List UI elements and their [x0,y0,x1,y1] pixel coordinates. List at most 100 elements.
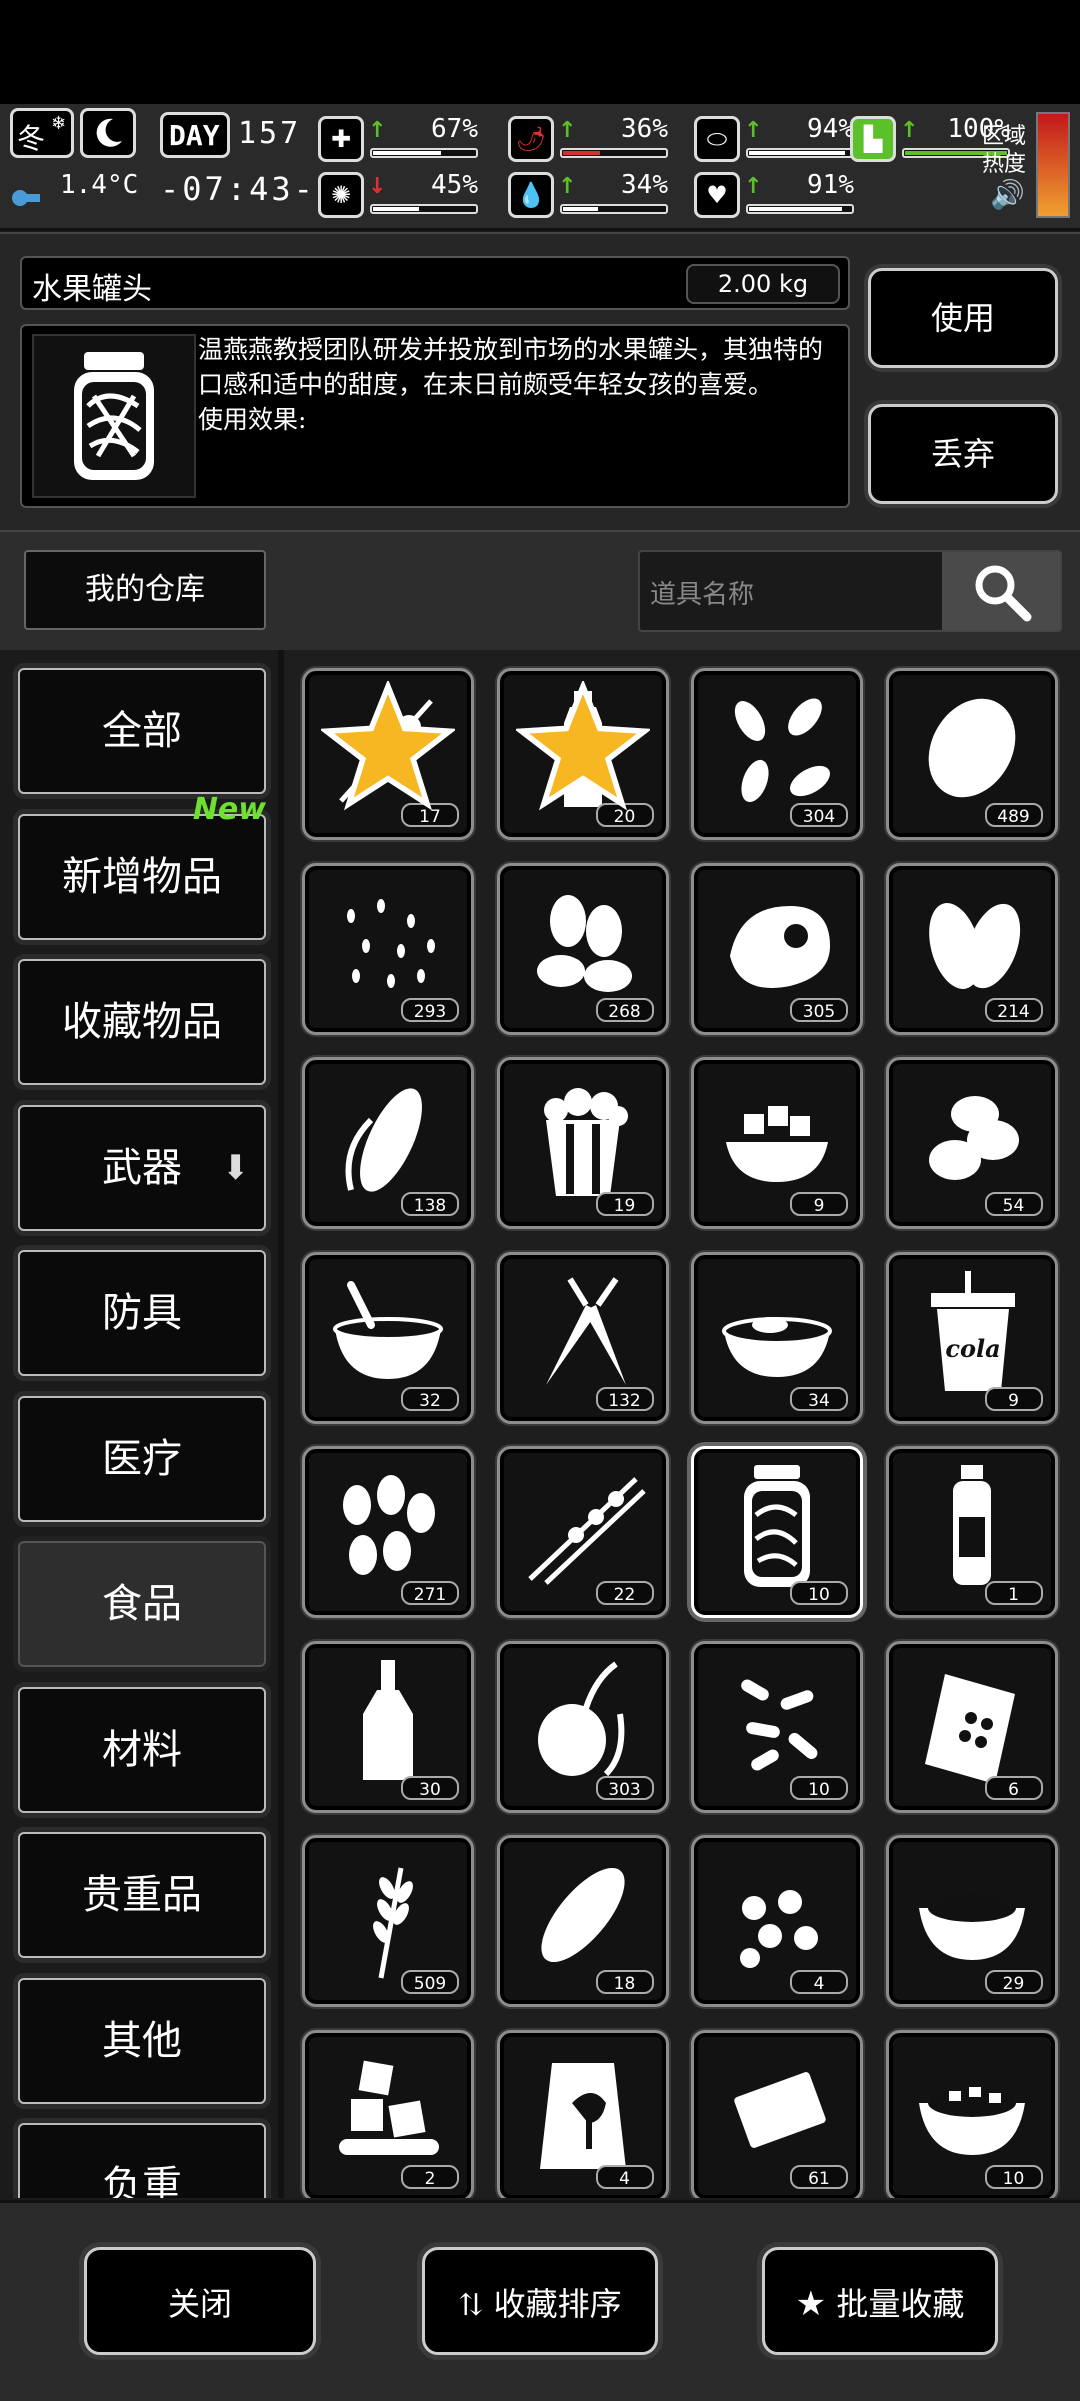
inventory-slot[interactable]: 268 [496,862,669,1035]
inventory-slot[interactable]: 54 [885,1057,1058,1229]
stat-trend-arrow: ↑ [558,174,577,199]
brain-icon: ✺ [318,172,364,218]
inventory-slot[interactable]: 9 [691,1057,863,1229]
item-count: 32 [401,1386,459,1411]
inventory-slot[interactable]: 1 [885,1446,1058,1618]
category-2[interactable]: 收藏物品 [18,959,266,1085]
inventory-slot[interactable]: 271 [302,1446,474,1618]
water-drop-icon: 💧 [508,172,554,218]
inventory-slot[interactable]: 22 [496,1446,669,1618]
speaker-icon[interactable]: 🔊 [990,178,1025,211]
wheat-icon [373,1867,413,1979]
inventory-slot[interactable]: 138 [302,1057,474,1229]
category-8[interactable]: 贵重品 [18,1832,266,1958]
inventory-slot[interactable]: 132 [496,1251,669,1424]
fruit-can-icon [744,1465,810,1587]
inventory-slot[interactable]: 303 [496,1640,669,1813]
inventory-slot[interactable]: 10 [691,1446,863,1618]
stat-bar [746,204,854,214]
item-count: 10 [790,1775,848,1800]
night-box [80,108,136,158]
cola-cup-icon: cola [930,1270,1015,1391]
inventory-slot[interactable]: 4 [691,1835,863,2007]
item-count: 61 [790,2164,848,2189]
search-button[interactable] [942,552,1060,630]
item-count: 271 [401,1581,459,1605]
carrot-icon [545,1276,626,1385]
inventory-slot[interactable]: 32 [302,1251,474,1424]
chocolate-bar-icon [734,2071,826,2148]
porridge-icon [722,1316,832,1377]
hotpot-icon [918,2086,1025,2155]
category-9[interactable]: 其他 [18,1977,266,2104]
heart-icon: ♥ [694,172,740,218]
category-label: 收藏物品 [62,999,222,1045]
inventory-slot[interactable]: 10 [691,1640,863,1813]
radish-icon [537,1661,624,1776]
search-icon [975,565,1032,622]
category-3[interactable]: 武器 ⬇ [18,1104,266,1231]
inventory-slot[interactable]: 6 [885,1640,1058,1813]
inventory-slot[interactable]: 4 [496,2029,669,2198]
search-bar: 道具名称 [638,550,1062,632]
stat-bar [370,148,478,158]
heat-gauge [1036,112,1070,218]
day-number: 157 [238,116,302,151]
boot-icon: ▙ [850,116,896,162]
category-label: 医疗 [102,1435,182,1482]
category-label: 材料 [102,1726,182,1773]
use-button[interactable]: 使用 [868,268,1058,368]
inventory-slot[interactable]: 304 [691,668,863,840]
item-count: 1 [984,1581,1043,1605]
item-count: 19 [595,1192,654,1216]
inventory-slot[interactable]: 10 [885,2029,1058,2198]
close-label: 关闭 [167,2285,232,2323]
category-label: 全部 [102,708,182,754]
close-button[interactable]: 关闭 [84,2247,316,2355]
inventory-slot[interactable]: 305 [691,862,863,1035]
inventory-slot[interactable]: 34 [691,1251,863,1424]
inventory-slot[interactable]: 29 [885,1835,1058,2007]
soup-bowl-icon [333,1280,443,1379]
sort-favorites-button[interactable]: ⇅ 收藏排序 [422,2247,658,2355]
item-count: 293 [401,997,459,1022]
favorite-star-icon [515,681,650,811]
category-6[interactable]: 食品 [18,1541,266,1667]
zone-heat: 区域 热度 🔊 [980,114,1030,214]
stat-trend-arrow: ↑ [900,118,919,143]
favorite-star-icon [321,681,455,811]
inventory-slot[interactable]: 30 [302,1640,474,1813]
inventory-slot[interactable]: 17 [302,668,474,840]
inventory-slot[interactable]: 20 [496,668,669,840]
category-7[interactable]: 材料 [18,1686,266,1813]
bread-icon [540,1867,625,1963]
search-input[interactable]: 道具名称 [650,574,754,611]
inventory-slot[interactable]: 2 [302,2029,474,2198]
category-10[interactable]: 负重 [18,2123,266,2198]
bottom-action-bar: 关闭 ⇅ 收藏排序 ★ 批量收藏 [0,2200,1080,2401]
category-0[interactable]: 全部 [18,668,266,794]
medkit-icon: ✚ [318,116,364,162]
item-count: 305 [790,997,848,1022]
snowflake-icon: ❄ [51,113,67,134]
stat-bar-fill [373,207,419,211]
inventory-slot[interactable]: 214 [885,862,1058,1035]
potato-icon [928,698,1015,798]
inventory-slot[interactable]: 489 [885,668,1058,840]
inventory-slot[interactable]: 293 [302,862,474,1035]
category-1[interactable]: 新增物品 New [18,793,266,940]
item-count: 9 [790,1192,848,1216]
discard-button[interactable]: 丢弃 [868,404,1058,504]
batch-favorite-button[interactable]: ★ 批量收藏 [762,2247,998,2355]
inventory-slot[interactable]: 61 [691,2029,863,2198]
inventory-slot[interactable]: 509 [302,1835,474,2007]
category-4[interactable]: 防具 [18,1250,266,1376]
category-5[interactable]: 医疗 [18,1395,266,1522]
stat-bar-fill [563,207,598,211]
item-count: 489 [984,803,1043,827]
inventory-slot[interactable]: 18 [496,1835,669,2007]
survival-hud: 冬 ❄ 1.4°C DAY 157 -07:43- ✚ ↑ 67% 🌶 ↑ 36% ⬭ ↑ 94… [0,104,1080,231]
stat-bar-fill [749,207,842,211]
inventory-slot[interactable]: 19 [496,1057,669,1229]
inventory-slot[interactable]: cola 9 [885,1251,1058,1424]
